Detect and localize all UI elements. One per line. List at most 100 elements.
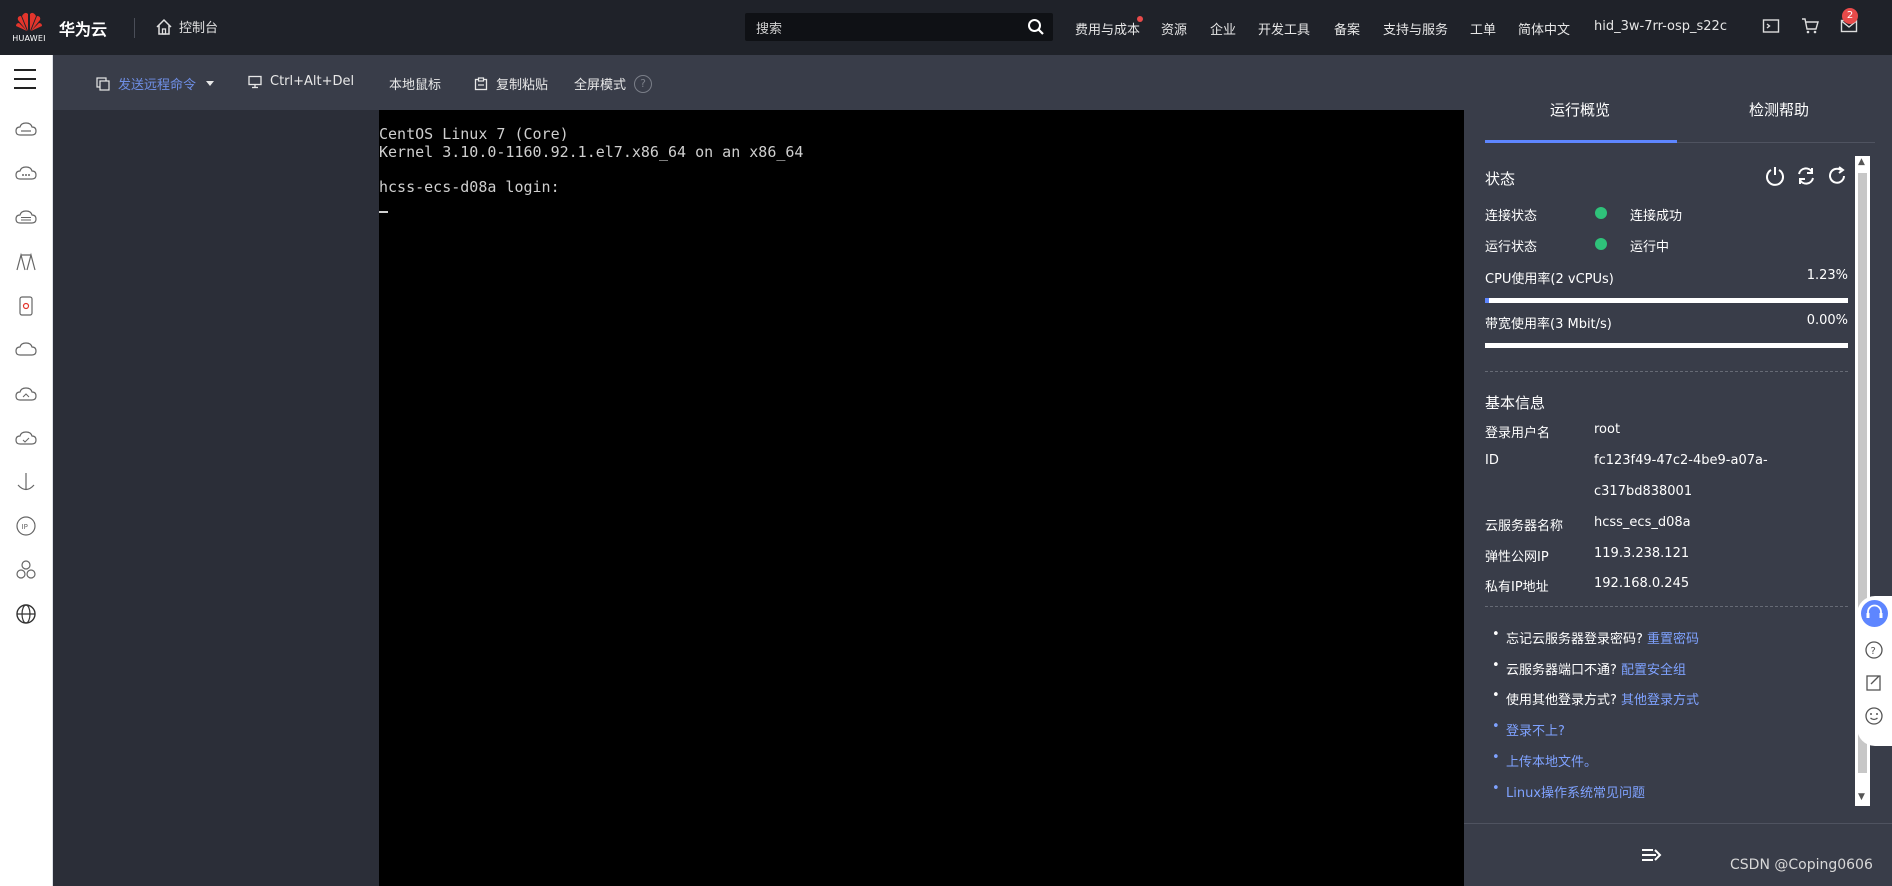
send-command-label: 发送远程命令: [118, 78, 197, 93]
anchor-icon[interactable]: [14, 470, 38, 494]
top-header: HUAWEI 华为云 控制台 搜索 费用与成本 资源 企业 开发工具 备案 支持…: [0, 0, 1892, 55]
cant-login-link[interactable]: 登录不上?: [1506, 724, 1565, 739]
cpu-usage-value: 1.23%: [1806, 268, 1848, 283]
terminal-icon[interactable]: [1762, 17, 1780, 35]
eip-label: 弹性公网IP: [1485, 550, 1549, 565]
nav-tickets[interactable]: 工单: [1470, 19, 1496, 38]
username-value: root: [1594, 422, 1621, 437]
ip-icon[interactable]: IP: [14, 514, 38, 538]
nav-resources[interactable]: 资源: [1161, 19, 1187, 38]
run-status-label: 运行状态: [1485, 240, 1538, 255]
chevron-down-icon: [206, 81, 215, 86]
cart-icon[interactable]: [1801, 17, 1819, 35]
local-mouse-button[interactable]: 本地鼠标: [389, 74, 441, 93]
username-label: 登录用户名: [1485, 426, 1551, 441]
nav-enterprise[interactable]: 企业: [1210, 19, 1236, 38]
brand-name[interactable]: 华为云: [59, 16, 107, 40]
help-item-cant-login[interactable]: 登录不上?: [1492, 719, 1565, 739]
help-item-login-method: 使用其他登录方式? 其他登录方式: [1492, 688, 1699, 708]
nav-account[interactable]: hid_3w-7rr-osp_s22c: [1594, 19, 1727, 34]
status-title: 状态: [1485, 170, 1516, 188]
notification-dot: [1137, 16, 1143, 22]
clipboard-icon: [474, 76, 488, 90]
help-circle-icon[interactable]: ?: [1864, 640, 1884, 660]
panel-footer-divider: [1464, 823, 1892, 824]
watermark: CSDN @Coping0606: [1730, 857, 1873, 873]
id-label: ID: [1485, 453, 1499, 468]
terminal-line: Kernel 3.10.0-1160.92.1.el7.x86_64 on an…: [379, 142, 804, 161]
terminal-cursor-line: [379, 196, 1464, 214]
cloud-icon[interactable]: [14, 162, 38, 186]
terminal-line: hcss-ecs-d08a login:: [379, 177, 560, 196]
cloud-home-icon[interactable]: [14, 382, 38, 406]
logo-text: HUAWEI: [12, 34, 46, 43]
network-icon[interactable]: [14, 250, 38, 274]
help-item-faq[interactable]: Linux操作系统常见问题: [1492, 781, 1645, 801]
connect-status-label: 连接状态: [1485, 209, 1538, 224]
section-divider: [1485, 371, 1848, 372]
fullscreen-button[interactable]: 全屏模式 ?: [574, 74, 653, 93]
upload-file-link[interactable]: 上传本地文件。: [1506, 755, 1597, 770]
eip-value: 119.3.238.121: [1594, 546, 1690, 561]
linux-faq-link[interactable]: Linux操作系统常见问题: [1506, 786, 1645, 801]
help-item-password: 忘记云服务器登录密码? 重置密码: [1492, 627, 1699, 647]
other-login-link[interactable]: 其他登录方式: [1621, 693, 1699, 708]
huawei-logo[interactable]: HUAWEI: [12, 10, 46, 44]
scroll-down-icon[interactable]: ▼: [1858, 792, 1865, 802]
menu-icon[interactable]: [14, 69, 36, 96]
left-sidebar: IP: [0, 55, 53, 886]
terminal-cursor: [379, 210, 388, 213]
panel-scroll-area[interactable]: 状态 连接状态 连接成功 运行状态 运行中 CPU使用率(2 vCPUs) 1.…: [1485, 155, 1863, 805]
svg-text:?: ?: [1871, 646, 1876, 657]
private-ip-value: 192.168.0.245: [1594, 576, 1690, 591]
send-command-dropdown[interactable]: 发送远程命令: [96, 74, 215, 93]
nav-support[interactable]: 支持与服务: [1383, 19, 1448, 38]
id-value-line2: c317bd838001: [1594, 484, 1693, 499]
cluster-icon[interactable]: [14, 558, 38, 582]
nav-language[interactable]: 简体中文: [1518, 19, 1570, 38]
home-icon: [156, 18, 172, 35]
nav-cost[interactable]: 费用与成本: [1075, 19, 1140, 38]
nav-filing[interactable]: 备案: [1334, 19, 1360, 38]
smiley-icon[interactable]: [1864, 706, 1884, 726]
customer-service-icon[interactable]: [1861, 600, 1888, 627]
collapse-panel-icon[interactable]: [1640, 845, 1662, 865]
active-tab-indicator: [1485, 140, 1677, 143]
cloud-outline-icon[interactable]: [14, 338, 38, 362]
search-icon[interactable]: [1027, 18, 1045, 36]
cpu-usage-fill: [1485, 298, 1490, 303]
console-link[interactable]: 控制台: [155, 17, 218, 36]
bandwidth-usage-label: 带宽使用率(3 Mbit/s): [1485, 317, 1612, 332]
ctrl-alt-del-button[interactable]: Ctrl+Alt+Del: [248, 74, 354, 89]
feedback-icon[interactable]: [1864, 673, 1884, 693]
vnc-terminal[interactable]: CentOS Linux 7 (Core) Kernel 3.10.0-1160…: [379, 110, 1464, 886]
globe-icon[interactable]: [14, 602, 38, 626]
help-question: 使用其他登录方式?: [1506, 693, 1617, 708]
storage-icon[interactable]: [14, 294, 38, 318]
message-count-badge: 2: [1842, 8, 1858, 24]
connect-status-value: 连接成功: [1630, 209, 1683, 224]
search-input[interactable]: 搜索: [745, 13, 1053, 41]
overview-panel: 运行概览 检测帮助 状态 连接状态 连接成功 运行状态 运行中 CPU使用率(2…: [1464, 55, 1892, 886]
cloud-server-icon[interactable]: [14, 118, 38, 142]
help-question: 云服务器端口不通?: [1506, 663, 1617, 678]
cloud-check-icon[interactable]: [14, 426, 38, 450]
ctrl-alt-del-label: Ctrl+Alt+Del: [270, 74, 355, 89]
cloud-db-icon[interactable]: [14, 206, 38, 230]
nav-devtools[interactable]: 开发工具: [1258, 19, 1310, 38]
restart-icon[interactable]: [1795, 165, 1817, 187]
tab-overview[interactable]: 运行概览: [1550, 99, 1610, 120]
refresh-icon[interactable]: [1826, 165, 1848, 187]
help-icon[interactable]: ?: [634, 74, 653, 93]
security-group-link[interactable]: 配置安全组: [1621, 663, 1686, 678]
scroll-up-icon[interactable]: ▲: [1858, 157, 1865, 167]
tab-diagnostics[interactable]: 检测帮助: [1749, 99, 1809, 120]
copy-paste-button[interactable]: 复制粘贴: [474, 74, 548, 93]
private-ip-label: 私有IP地址: [1485, 580, 1549, 595]
reset-password-link[interactable]: 重置密码: [1647, 632, 1699, 647]
floating-toolbar: ?: [1857, 596, 1892, 746]
help-item-upload[interactable]: 上传本地文件。: [1492, 750, 1597, 770]
fullscreen-label: 全屏模式: [574, 78, 627, 93]
power-icon[interactable]: [1764, 165, 1786, 187]
